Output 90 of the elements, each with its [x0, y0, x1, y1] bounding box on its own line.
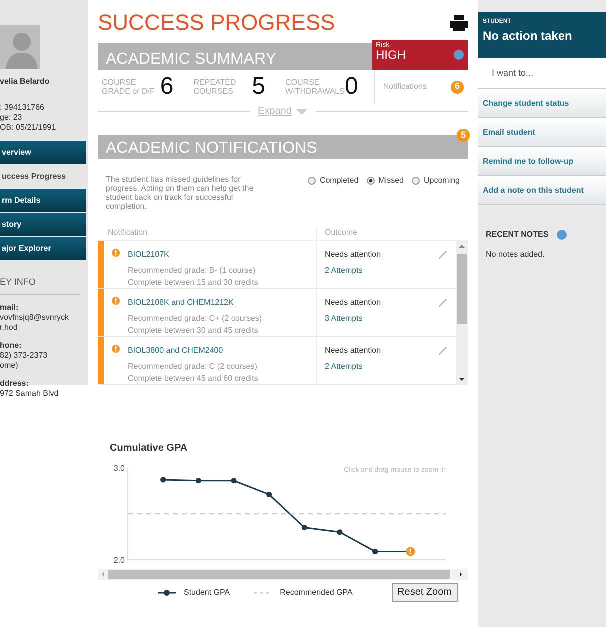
- stat-value: 6: [160, 75, 174, 99]
- count-badge: 5: [457, 129, 470, 142]
- reset-zoom-button[interactable]: Reset Zoom: [392, 583, 458, 602]
- radio-button[interactable]: [412, 177, 420, 185]
- help-icon[interactable]: [454, 50, 464, 60]
- warning-icon: [112, 345, 120, 353]
- requirement-text: Recommended grade: B- (1 course): [128, 265, 257, 277]
- radio-button[interactable]: [366, 177, 375, 185]
- data-point: [266, 492, 272, 498]
- legend-label: Student GPA: [184, 586, 230, 598]
- radio-label[interactable]: Completed: [320, 175, 359, 187]
- status-text: No action taken: [483, 28, 574, 45]
- page-title: SUCCESS PROGRESS: [98, 10, 336, 36]
- pencil-icon[interactable]: [438, 249, 448, 259]
- student-name: velia Belardo: [0, 77, 51, 87]
- student-detail: OB: 05/21/1991: [0, 123, 58, 133]
- nav-tab[interactable]: story: [0, 213, 86, 236]
- chart-title: Cumulative GPA: [110, 442, 189, 456]
- requirement-text: Recommended grade: C (2 courses): [128, 361, 258, 373]
- stat-label: COURSE WITHDRAWALS: [286, 78, 345, 96]
- warning-icon: [112, 249, 120, 257]
- radio-button[interactable]: [308, 177, 316, 185]
- notes-heading: RECENT NOTES: [486, 229, 549, 241]
- info-value: 972 Samah Blvd: [0, 388, 60, 398]
- legend-label: Recommended GPA: [280, 586, 353, 598]
- column-header: Notification: [107, 227, 149, 239]
- caret-icon: [296, 108, 308, 114]
- risk-level: HIGH: [376, 49, 406, 61]
- stat-value: 0: [344, 75, 358, 99]
- action-link[interactable]: Change student status: [478, 89, 606, 118]
- avatar: [0, 25, 40, 69]
- data-point: [302, 525, 308, 531]
- course-link[interactable]: BIOL2107K: [128, 249, 258, 261]
- attempts-link[interactable]: 2 Attempts: [325, 362, 363, 371]
- outcome-text: Needs attention: [325, 249, 382, 261]
- outcome-text: Needs attention: [325, 297, 382, 309]
- scrollbar[interactable]: [456, 241, 468, 385]
- tick-label: 3.0: [114, 464, 125, 473]
- nav-tab[interactable]: ajor Explorer: [0, 237, 86, 260]
- stat-value: 5: [252, 75, 266, 99]
- action-link[interactable]: Email student: [478, 118, 606, 147]
- info-label: hone:: [0, 340, 23, 350]
- data-point: [231, 478, 237, 484]
- empty-notes-text: No notes added.: [486, 249, 546, 261]
- action-link[interactable]: Remind me to follow-up: [478, 147, 606, 176]
- student-detail: : 394131766: [0, 103, 46, 113]
- description: The student has missed guidelines for progress. Acting on them can help get the student back on track for successful completion.: [106, 175, 255, 211]
- section-title: ACADEMIC SUMMARY: [106, 51, 276, 69]
- notifications-label: Notifications: [383, 81, 427, 93]
- action-link[interactable]: Add a note on this student: [478, 176, 606, 205]
- course-link[interactable]: BIOL3800 and CHEM2400: [128, 345, 258, 357]
- tick-label: 2.0: [114, 556, 125, 565]
- line-legend-icon: [158, 588, 176, 596]
- requirement-text: Complete between 45 and 60 credits: [128, 373, 258, 385]
- pencil-icon[interactable]: [438, 297, 448, 307]
- pencil-icon[interactable]: [438, 345, 448, 355]
- nav-tab[interactable]: verview: [0, 141, 86, 164]
- help-icon[interactable]: [556, 230, 567, 240]
- student-detail: ge: 23: [0, 113, 24, 123]
- nav-tab[interactable]: rm Details: [0, 189, 86, 212]
- requirement-text: Complete between 30 and 45 credits: [128, 325, 260, 337]
- outcome-text: Needs attention: [325, 345, 382, 357]
- attempts-link[interactable]: 2 Attempts: [325, 266, 363, 275]
- requirement-text: Complete between 15 and 30 credits: [128, 277, 258, 289]
- stat-label: COURSE GRADE or D/F: [102, 78, 156, 96]
- radio-label[interactable]: Upcoming: [424, 175, 460, 187]
- info-value: vovfnsjq8@svnryck: [0, 312, 70, 322]
- requirement-text: Recommended grade: C+ (2 courses): [128, 313, 262, 325]
- data-point: [160, 477, 166, 483]
- section-heading: EY INFO: [0, 276, 37, 289]
- data-point: [337, 530, 343, 536]
- print-icon[interactable]: [450, 15, 468, 31]
- course-link[interactable]: BIOL2108K and CHEM1212K: [128, 297, 262, 309]
- section-title: ACADEMIC NOTIFICATIONS: [106, 140, 318, 158]
- column-header: Outcome: [316, 227, 358, 240]
- info-label: mail:: [0, 302, 20, 312]
- warning-icon: [406, 547, 416, 556]
- menu-prompt: I want to...: [478, 58, 606, 89]
- radio-label[interactable]: Missed: [378, 175, 404, 187]
- count-badge: 6: [451, 80, 464, 94]
- info-value: ome): [0, 360, 20, 370]
- data-point: [196, 478, 202, 484]
- attempts-link[interactable]: 3 Attempts: [325, 314, 363, 323]
- warning-icon: [112, 297, 120, 305]
- data-point: [372, 548, 378, 555]
- stat-label: REPEATED COURSES: [194, 78, 238, 96]
- info-value: r.hod: [0, 322, 19, 332]
- info-value: 82) 373-2373: [0, 350, 49, 360]
- info-label: ddress:: [0, 378, 30, 388]
- horizontal-scrollbar[interactable]: [98, 569, 468, 580]
